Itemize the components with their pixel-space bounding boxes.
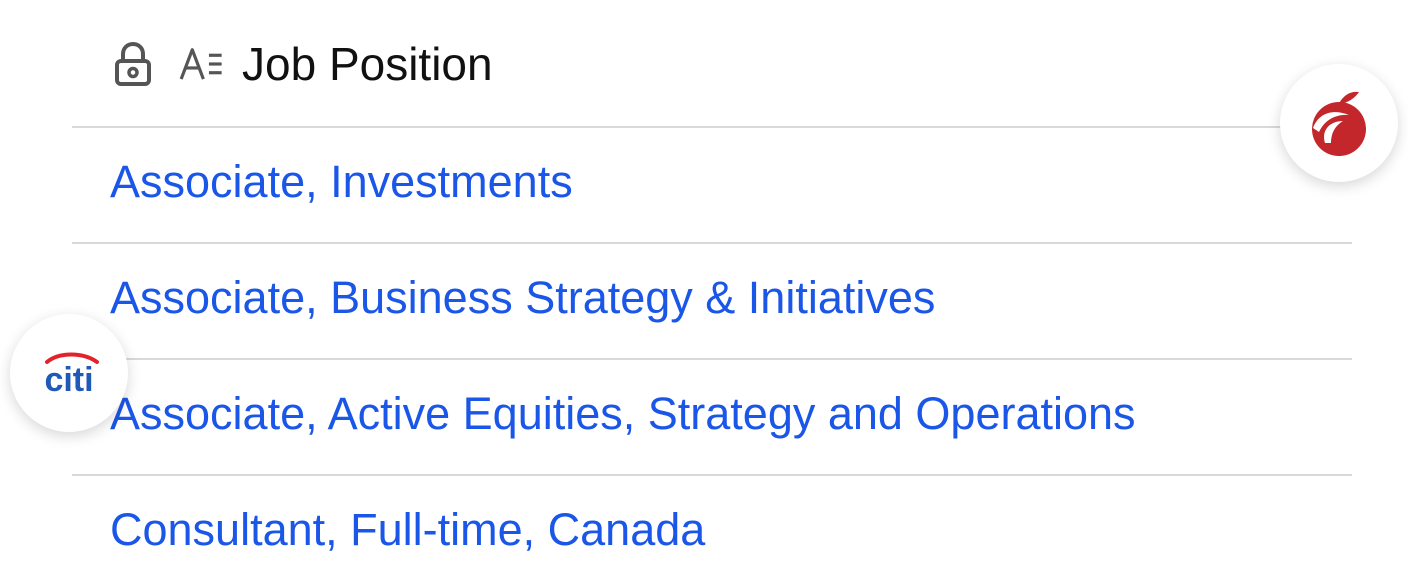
- table-row: Associate, Active Equities, Strategy and…: [72, 358, 1352, 474]
- column-title: Job Position: [242, 38, 493, 90]
- job-position-link[interactable]: Associate, Business Strategy & Initiativ…: [110, 270, 935, 326]
- company-avatar[interactable]: citi: [10, 314, 128, 432]
- table-row: Associate, Business Strategy & Initiativ…: [72, 242, 1352, 358]
- red-apple-logo-icon: [1312, 91, 1366, 156]
- column-header[interactable]: Job Position: [110, 34, 493, 94]
- job-position-column: Job Position Associate, Investments Asso…: [0, 0, 1408, 570]
- job-position-link[interactable]: Associate, Investments: [110, 154, 573, 210]
- citi-logo-icon: citi: [44, 352, 99, 398]
- job-position-list: Associate, Investments Associate, Busine…: [72, 126, 1352, 570]
- table-row: Associate, Investments: [72, 126, 1352, 242]
- job-position-link[interactable]: Consultant, Full-time, Canada: [110, 502, 705, 558]
- citi-logo-text: citi: [44, 361, 93, 398]
- text-type-icon: [178, 41, 224, 87]
- company-avatar[interactable]: [1280, 64, 1398, 182]
- job-position-link[interactable]: Associate, Active Equities, Strategy and…: [110, 386, 1136, 442]
- lock-icon: [110, 41, 156, 87]
- table-row: Consultant, Full-time, Canada: [72, 474, 1352, 570]
